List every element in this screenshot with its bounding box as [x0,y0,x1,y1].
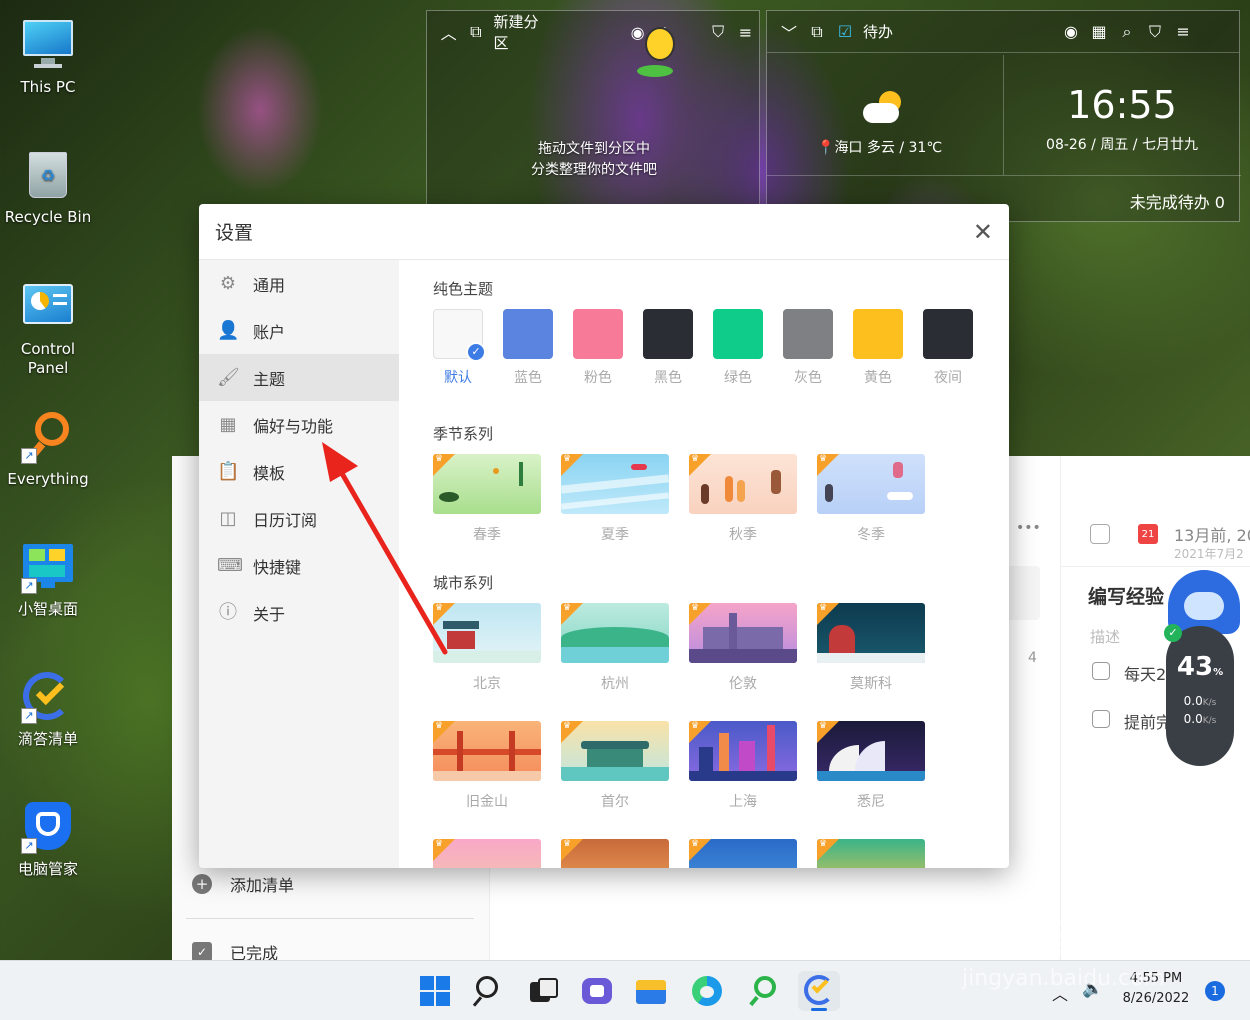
windows-start-icon[interactable] [418,974,452,1008]
annotation-arrow [322,442,448,655]
file-explorer-icon[interactable] [634,974,668,1008]
everything-search-icon[interactable] [746,974,780,1008]
search-icon[interactable] [472,974,506,1008]
watermark-brand: Bai 经验 [960,918,1132,964]
tray-date[interactable]: 8/26/2022 [1118,991,1194,1006]
edge-browser-icon[interactable] [690,974,724,1008]
notification-badge[interactable]: 1 [1205,981,1225,1001]
chat-icon[interactable] [580,974,614,1008]
ticktick-taskbar-icon[interactable] [798,971,840,1011]
task-view-icon[interactable] [526,974,560,1008]
watermark-url: jingyan.baidu.com [962,966,1166,991]
